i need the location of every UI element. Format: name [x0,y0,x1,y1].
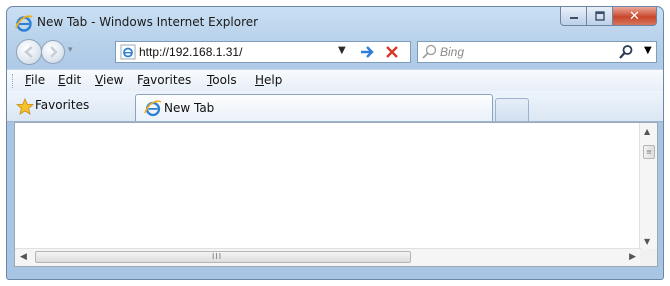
tab-label: New Tab [164,101,215,115]
menu-edit-label: dit [65,73,82,87]
search-dropdown-icon[interactable]: ▼ [644,45,652,56]
scroll-down-icon[interactable]: ▼ [644,237,650,246]
stop-x-icon [386,46,398,58]
title-bar[interactable]: New Tab - Windows Internet Explorer ✕ [7,7,663,37]
recent-pages-dropdown[interactable]: ▾ [68,45,73,55]
search-icon[interactable] [618,44,634,60]
menu-edit[interactable]: Edit [58,73,81,87]
maximize-button[interactable] [587,7,613,26]
menu-help[interactable]: Help [255,73,282,87]
ie-logo-icon [15,15,33,32]
menu-bar: File Edit View Favorites Tools Help [7,69,663,93]
favorites-star-icon [16,98,34,115]
minimize-icon [569,17,578,19]
minimize-button[interactable] [560,7,587,26]
menu-favorites-label: vorites [150,73,192,87]
menu-file[interactable]: File [25,73,45,87]
horizontal-scrollbar[interactable]: ◀ III ▶ [15,248,641,266]
vertical-scrollbar[interactable]: ▲ ≡ ▼ [639,123,657,250]
favorites-button[interactable]: Favorites [35,98,89,112]
scrollbar-corner [640,249,657,266]
forward-button[interactable] [41,40,65,64]
back-button[interactable] [16,39,42,65]
menu-view[interactable]: View [95,73,123,87]
menu-view-accel: V [95,73,103,87]
close-button[interactable]: ✕ [613,7,657,26]
window-controls: ✕ [560,7,657,27]
ie-page-icon [120,44,136,60]
menu-grip [12,74,16,88]
favorites-bar: Favorites New Tab [7,91,663,122]
search-box[interactable]: Bing ▼ [417,41,657,63]
menu-edit-accel: E [58,73,66,87]
forward-arrow-icon [50,46,58,58]
go-arrow-icon [361,46,374,58]
maximize-icon [594,11,605,21]
menu-file-label: ile [31,73,46,87]
scroll-left-icon[interactable]: ◀ [20,252,27,262]
close-icon: ✕ [629,8,640,24]
stop-button[interactable] [382,42,402,62]
tab-new-tab[interactable]: New Tab [135,94,493,121]
page-content[interactable]: ▲ ≡ ▼ ◀ III ▶ [14,122,658,267]
menu-tools[interactable]: Tools [207,73,237,87]
window-title: New Tab - Windows Internet Explorer [37,15,259,29]
menu-help-label: elp [264,73,283,87]
navigation-bar: ▾ http://192.168.1.31/ ▼ Bing ▼ [7,37,663,67]
search-input[interactable]: Bing [440,45,464,59]
menu-favorites[interactable]: Favorites [137,73,191,87]
address-dropdown-icon[interactable]: ▼ [338,45,346,56]
address-bar[interactable]: http://192.168.1.31/ ▼ [115,41,411,63]
ie-logo-icon [144,100,162,117]
browser-window: New Tab - Windows Internet Explorer ✕ ▾ [6,6,664,280]
search-provider-icon [422,44,437,59]
go-button[interactable] [357,42,377,62]
menu-help-accel: H [255,73,265,87]
horizontal-scroll-thumb[interactable]: III [35,251,411,263]
address-input[interactable]: http://192.168.1.31/ [139,45,242,59]
scroll-up-icon[interactable]: ▲ [644,127,650,136]
menu-tools-label: ools [212,73,237,87]
back-arrow-icon [24,46,33,58]
scroll-right-icon[interactable]: ▶ [629,252,636,262]
new-tab-button[interactable] [495,98,529,121]
menu-view-label: iew [102,73,124,87]
scroll-grip-icon: III [212,252,223,261]
vertical-scroll-thumb[interactable]: ≡ [643,145,655,159]
